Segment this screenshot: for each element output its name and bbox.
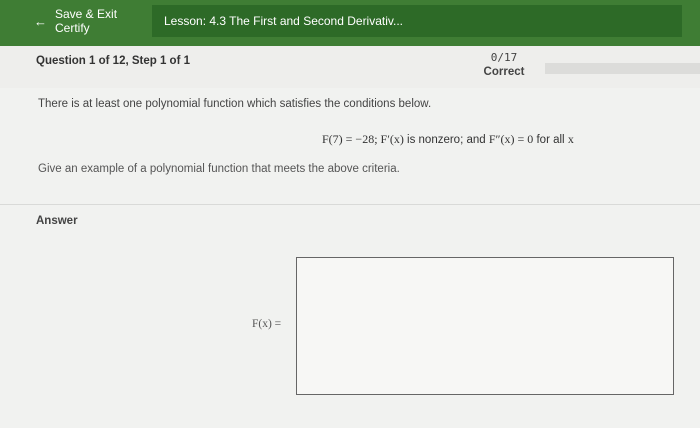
score-status: Correct (483, 66, 525, 78)
conditions-equation: F(7) = −28; F′(x) is nonzero; and F″(x) … (322, 132, 574, 146)
question-title: Question 1 of 12, Step 1 of 1 (36, 55, 191, 67)
progress-bar (545, 63, 700, 74)
save-exit-label: Save & Exit Certify (55, 7, 118, 35)
save-exit-button[interactable]: ← Save & Exit Certify (0, 5, 152, 37)
answer-field-label: F(x) = (252, 318, 282, 330)
score-badge: 0/17 Correct (478, 51, 530, 79)
question-task: Give an example of a polynomial function… (38, 163, 400, 175)
lesson-title: Lesson: 4.3 The First and Second Derivat… (152, 5, 682, 37)
answer-heading: Answer (36, 215, 78, 227)
answer-input[interactable] (297, 258, 673, 394)
top-bar: ← Save & Exit Certify Lesson: 4.3 The Fi… (0, 0, 700, 46)
score-value: 0/17 (490, 51, 518, 64)
divider (0, 204, 700, 205)
back-arrow-icon: ← (34, 13, 47, 29)
answer-input-box[interactable] (296, 257, 674, 395)
question-intro: There is at least one polynomial functio… (38, 98, 432, 110)
question-header: Question 1 of 12, Step 1 of 1 0/17 Corre… (0, 46, 700, 89)
